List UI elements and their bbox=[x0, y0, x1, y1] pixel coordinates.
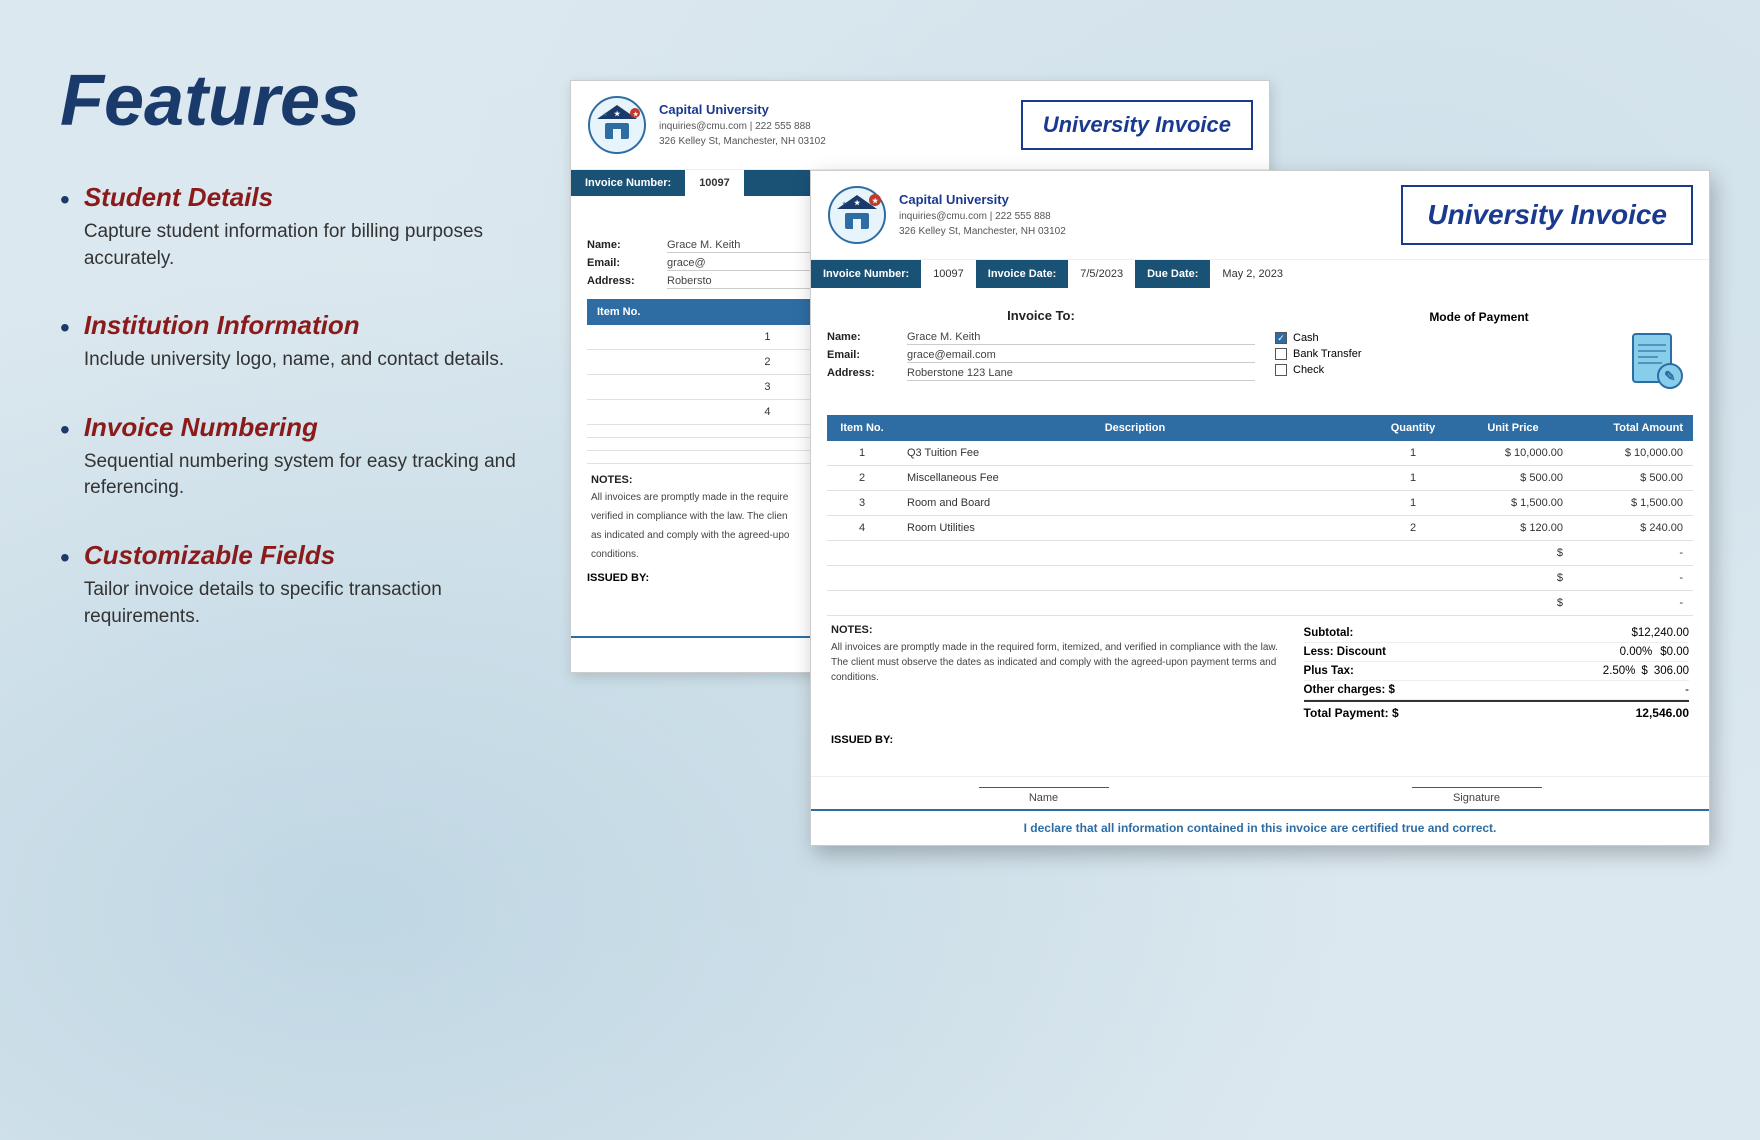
university-contact-back: inquiries@cmu.com | 222 555 888 326 Kell… bbox=[659, 119, 1009, 149]
table-row: 4 Room Utilities 2 $ 120.00 $ 240.00 bbox=[827, 516, 1693, 541]
university-name-back: Capital University bbox=[659, 102, 1009, 117]
checkbox-check-option bbox=[1275, 364, 1287, 376]
feature-customizable-fields: • Customizable Fields Tailor invoice det… bbox=[60, 540, 520, 630]
table-row: 3 Room and Board 1 $ 1,500.00 $ 1,500.00 bbox=[827, 491, 1693, 516]
issued-by-label: ISSUED BY: bbox=[831, 734, 1689, 746]
university-logo-front: ★ ★ ★ bbox=[827, 185, 887, 245]
svg-text:★: ★ bbox=[614, 110, 621, 118]
name-sig-label: Name bbox=[979, 792, 1109, 804]
svg-text:★: ★ bbox=[842, 201, 847, 207]
total-value: 12,546.00 bbox=[1636, 706, 1689, 720]
notes-text: All invoices are promptly made in the re… bbox=[831, 640, 1294, 685]
feature-invoice-numbering: • Invoice Numbering Sequential numbering… bbox=[60, 412, 520, 502]
feature-heading-numbering: Invoice Numbering bbox=[84, 412, 520, 443]
university-contact-front: inquiries@cmu.com | 222 555 888 326 Kell… bbox=[899, 209, 1389, 239]
feature-student-details: • Student Details Capture student inform… bbox=[60, 182, 520, 272]
payment-mode-section: Mode of Payment ✓ Cash Bank Transfer bbox=[1265, 300, 1693, 405]
table-row: $ - bbox=[827, 566, 1693, 591]
svg-text:★: ★ bbox=[854, 199, 861, 207]
signature-label: Signature bbox=[1412, 792, 1542, 804]
university-logo-back: ★ ★ ★ bbox=[587, 95, 647, 155]
feature-heading-student: Student Details bbox=[84, 182, 520, 213]
feature-heading-custom: Customizable Fields bbox=[84, 540, 520, 571]
feature-institution-info: • Institution Information Include univer… bbox=[60, 310, 520, 374]
discount-label: Less: Discount bbox=[1304, 646, 1386, 658]
number-label: Invoice Number: bbox=[811, 260, 921, 288]
signature-section: Name Signature bbox=[811, 776, 1709, 809]
invoice-info-bar: Invoice Number: 10097 Invoice Date: 7/5/… bbox=[811, 260, 1709, 288]
date-value: 7/5/2023 bbox=[1068, 260, 1135, 288]
total-label: Total Payment: $ bbox=[1304, 706, 1399, 720]
features-panel: Features • Student Details Capture stude… bbox=[60, 60, 520, 668]
invoice-title-back: University Invoice bbox=[1043, 112, 1231, 138]
checkbox-cash: ✓ bbox=[1275, 332, 1287, 344]
tax-label: Plus Tax: bbox=[1304, 665, 1354, 677]
table-row: 1 Q3 Tuition Fee 1 $ 10,000.00 $ 10,000.… bbox=[827, 441, 1693, 466]
university-name-front: Capital University bbox=[899, 192, 1389, 207]
feature-desc-student: Capture student information for billing … bbox=[84, 219, 520, 272]
invoice-to-title: Invoice To: bbox=[827, 308, 1255, 323]
invoice-front: ★ ★ ★ Capital University inquiries@cmu.c… bbox=[810, 170, 1710, 846]
subtotal-value: $12,240.00 bbox=[1631, 627, 1689, 639]
bullet-icon: • bbox=[60, 414, 70, 446]
number-value: 10097 bbox=[921, 260, 976, 288]
invoice-title-front: University Invoice bbox=[1427, 199, 1667, 231]
payment-check: Check bbox=[1275, 364, 1361, 376]
payment-bank-transfer: Bank Transfer bbox=[1275, 348, 1361, 360]
bullet-icon: • bbox=[60, 312, 70, 344]
table-row: $ - bbox=[827, 591, 1693, 616]
svg-text:★: ★ bbox=[872, 197, 879, 205]
invoices-area: ★ ★ ★ Capital University inquiries@cmu.c… bbox=[560, 0, 1760, 1140]
due-value: May 2, 2023 bbox=[1210, 260, 1295, 288]
bullet-icon: • bbox=[60, 542, 70, 574]
svg-text:★: ★ bbox=[603, 112, 608, 118]
payment-cash: ✓ Cash bbox=[1275, 332, 1361, 344]
other-label: Other charges: $ bbox=[1304, 684, 1395, 696]
checkbox-bank bbox=[1275, 348, 1287, 360]
invoice-number-value-back: 10097 bbox=[685, 170, 744, 196]
table-row: $ - bbox=[827, 541, 1693, 566]
invoice-table-front: Item No. Description Quantity Unit Price… bbox=[827, 415, 1693, 616]
date-label: Invoice Date: bbox=[976, 260, 1068, 288]
invoice-number-label-back: Invoice Number: bbox=[571, 170, 685, 196]
feature-desc-numbering: Sequential numbering system for easy tra… bbox=[84, 449, 520, 502]
feature-heading-institution: Institution Information bbox=[84, 310, 504, 341]
payment-icon: ✎ bbox=[1628, 332, 1683, 392]
subtotal-label: Subtotal: bbox=[1304, 627, 1354, 639]
feature-desc-institution: Include university logo, name, and conta… bbox=[84, 347, 504, 374]
page-title: Features bbox=[60, 60, 520, 142]
bullet-icon: • bbox=[60, 184, 70, 216]
due-label: Due Date: bbox=[1135, 260, 1210, 288]
notes-label: NOTES: bbox=[831, 624, 1294, 636]
svg-text:★: ★ bbox=[633, 111, 639, 118]
feature-desc-custom: Tailor invoice details to specific trans… bbox=[84, 577, 520, 630]
svg-text:✎: ✎ bbox=[1664, 368, 1676, 384]
table-row: 2 Miscellaneous Fee 1 $ 500.00 $ 500.00 bbox=[827, 466, 1693, 491]
declaration-bar-front: I declare that all information contained… bbox=[811, 809, 1709, 845]
